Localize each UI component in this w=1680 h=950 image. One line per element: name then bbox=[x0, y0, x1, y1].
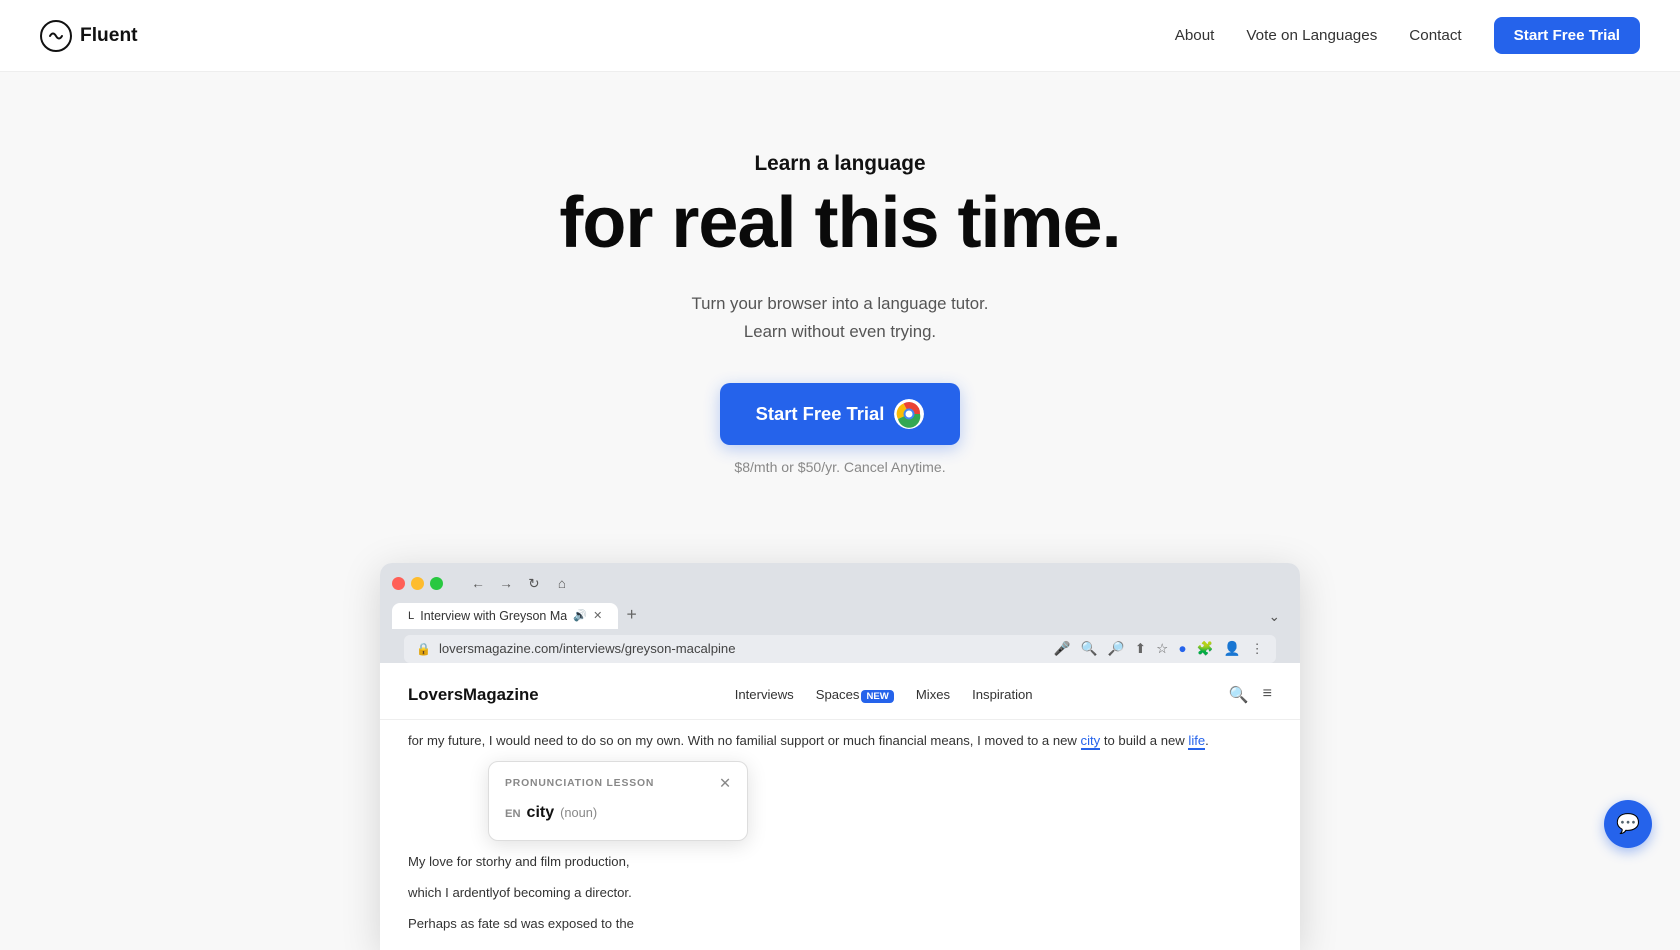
inner-page: LoversMagazine Interviews SpacesNEW Mixe… bbox=[380, 671, 1300, 950]
more-options-icon[interactable]: ⋮ bbox=[1250, 641, 1264, 657]
mag-nav-mixes[interactable]: Mixes bbox=[916, 687, 950, 702]
hero-cta-label: Start Free Trial bbox=[756, 403, 885, 425]
hero-description: Turn your browser into a language tutor.… bbox=[40, 290, 1640, 347]
tab-label: Interview with Greyson Ma bbox=[420, 609, 567, 623]
lock-icon: 🔒 bbox=[416, 642, 431, 656]
chat-button[interactable]: 💬 bbox=[1604, 800, 1652, 848]
new-tab-button[interactable]: + bbox=[618, 604, 644, 629]
browser-chrome: ← → ↻ ⌂ L Interview with Greyson Ma 🔊 ✕ … bbox=[380, 563, 1300, 663]
share-icon[interactable]: ⬆ bbox=[1135, 641, 1146, 657]
hero-pricing: $8/mth or $50/yr. Cancel Anytime. bbox=[734, 459, 945, 475]
hero-desc-line1: Turn your browser into a language tutor. bbox=[692, 294, 989, 313]
nav-contact[interactable]: Contact bbox=[1409, 27, 1461, 44]
url-text: loversmagazine.com/interviews/greyson-ma… bbox=[439, 641, 1046, 656]
tab-audio-icon: 🔊 bbox=[573, 609, 587, 622]
para4-rest: d was exposed to the bbox=[510, 916, 634, 931]
hero-section: Learn a language for real this time. Tur… bbox=[0, 72, 1680, 563]
browser-top-bar: ← → ↻ ⌂ bbox=[392, 573, 1288, 595]
popup-word-row: EN city (noun) bbox=[505, 800, 731, 826]
mag-search-icon[interactable]: 🔍 bbox=[1229, 685, 1249, 705]
tab-favicon: L bbox=[408, 610, 414, 622]
word-city[interactable]: city bbox=[1081, 733, 1101, 750]
para3-text: which I ardently bbox=[408, 885, 499, 900]
article-paragraph-1: for my future, I would need to do so on … bbox=[408, 730, 1272, 751]
popup-header: PRONUNCIATION LESSON ✕ bbox=[505, 776, 731, 793]
traffic-light-yellow[interactable] bbox=[411, 577, 424, 590]
nav-links: About Vote on Languages Contact Start Fr… bbox=[1175, 17, 1640, 54]
para1-text-3: . bbox=[1205, 733, 1209, 748]
mag-nav-interviews[interactable]: Interviews bbox=[735, 687, 794, 702]
mag-menu-icon[interactable]: ≡ bbox=[1263, 685, 1272, 705]
browser-forward-btn[interactable]: → bbox=[495, 573, 517, 595]
hero-desc-line2: Learn without even trying. bbox=[744, 322, 936, 341]
browser-mockup-wrapper: ← → ↻ ⌂ L Interview with Greyson Ma 🔊 ✕ … bbox=[0, 563, 1680, 950]
navbar: Fluent About Vote on Languages Contact S… bbox=[0, 0, 1680, 72]
popup-pos: (noun) bbox=[560, 803, 597, 823]
magazine-logo: LoversMagazine bbox=[408, 685, 539, 705]
browser-mockup: ← → ↻ ⌂ L Interview with Greyson Ma 🔊 ✕ … bbox=[380, 563, 1300, 950]
bookmark-icon[interactable]: ☆ bbox=[1156, 641, 1168, 657]
nav-about[interactable]: About bbox=[1175, 27, 1215, 44]
extension-icon[interactable]: 🧩 bbox=[1197, 641, 1214, 657]
omnibar-icons: 🎤 🔍 🔎 ⬆ ☆ ● 🧩 👤 ⋮ bbox=[1054, 641, 1264, 657]
mic-icon[interactable]: 🎤 bbox=[1054, 641, 1071, 657]
browser-reload-btn[interactable]: ↻ bbox=[523, 573, 545, 595]
browser-back-btn[interactable]: ← bbox=[467, 573, 489, 595]
magazine-navbar: LoversMagazine Interviews SpacesNEW Mixe… bbox=[380, 671, 1300, 720]
article-paragraph-3: which I ardentlyof becoming a director. bbox=[408, 882, 1272, 903]
profile-icon[interactable]: ● bbox=[1178, 641, 1186, 657]
browser-home-btn[interactable]: ⌂ bbox=[551, 573, 573, 595]
magazine-body: for my future, I would need to do so on … bbox=[380, 730, 1300, 950]
para4-text: Perhaps as fate s bbox=[408, 916, 510, 931]
zoom-icon[interactable]: 🔍 bbox=[1081, 641, 1098, 657]
tab-strip-menu[interactable]: ⌄ bbox=[1269, 609, 1288, 629]
tab-bar: L Interview with Greyson Ma 🔊 ✕ + ⌄ bbox=[392, 603, 1288, 629]
magazine-nav-links: Interviews SpacesNEW Mixes Inspiration bbox=[735, 687, 1033, 702]
nav-start-trial-button[interactable]: Start Free Trial bbox=[1494, 17, 1640, 54]
para2-text: My love for stor bbox=[408, 854, 498, 869]
mag-nav-spaces[interactable]: SpacesNEW bbox=[816, 687, 894, 702]
para3-rest: of becoming a director. bbox=[499, 885, 632, 900]
zoom-out-icon[interactable]: 🔎 bbox=[1108, 641, 1125, 657]
hero-subtitle: Learn a language bbox=[40, 152, 1640, 176]
article-paragraph-4: Perhaps as fate sd was exposed to the bbox=[408, 913, 1272, 934]
chrome-icon bbox=[894, 399, 924, 429]
logo-icon bbox=[40, 20, 72, 52]
traffic-light-red[interactable] bbox=[392, 577, 405, 590]
popup-term: city bbox=[527, 800, 555, 826]
para1-text: for my future, I would need to do so on … bbox=[408, 733, 1081, 748]
profile-avatar[interactable]: 👤 bbox=[1223, 641, 1240, 657]
logo-text: Fluent bbox=[80, 25, 138, 47]
popup-title: PRONUNCIATION LESSON bbox=[505, 776, 654, 793]
para1-text-2: to build a new bbox=[1100, 733, 1188, 748]
active-tab[interactable]: L Interview with Greyson Ma 🔊 ✕ bbox=[392, 603, 618, 629]
hero-cta-wrapper: Start Free Trial $8/mth or $50/yr. Cance… bbox=[40, 383, 1640, 475]
popup-close-button[interactable]: ✕ bbox=[719, 776, 731, 792]
hero-title: for real this time. bbox=[40, 186, 1640, 262]
magazine-nav-icons: 🔍 ≡ bbox=[1229, 685, 1272, 705]
article-paragraph-2: My love for storhy and film production, bbox=[408, 851, 1272, 872]
tab-close-btn[interactable]: ✕ bbox=[593, 609, 602, 622]
word-life[interactable]: life bbox=[1188, 733, 1205, 750]
pronunciation-popup: PRONUNCIATION LESSON ✕ EN city (noun) bbox=[488, 761, 748, 841]
para2-rest: hy and film production, bbox=[498, 854, 630, 869]
mag-nav-inspiration[interactable]: Inspiration bbox=[972, 687, 1032, 702]
hero-start-trial-button[interactable]: Start Free Trial bbox=[720, 383, 961, 445]
new-badge: NEW bbox=[861, 690, 893, 703]
popup-lang: EN bbox=[505, 806, 521, 824]
nav-vote[interactable]: Vote on Languages bbox=[1246, 27, 1377, 44]
omnibar[interactable]: 🔒 loversmagazine.com/interviews/greyson-… bbox=[404, 635, 1276, 663]
logo[interactable]: Fluent bbox=[40, 20, 138, 52]
traffic-light-green[interactable] bbox=[430, 577, 443, 590]
